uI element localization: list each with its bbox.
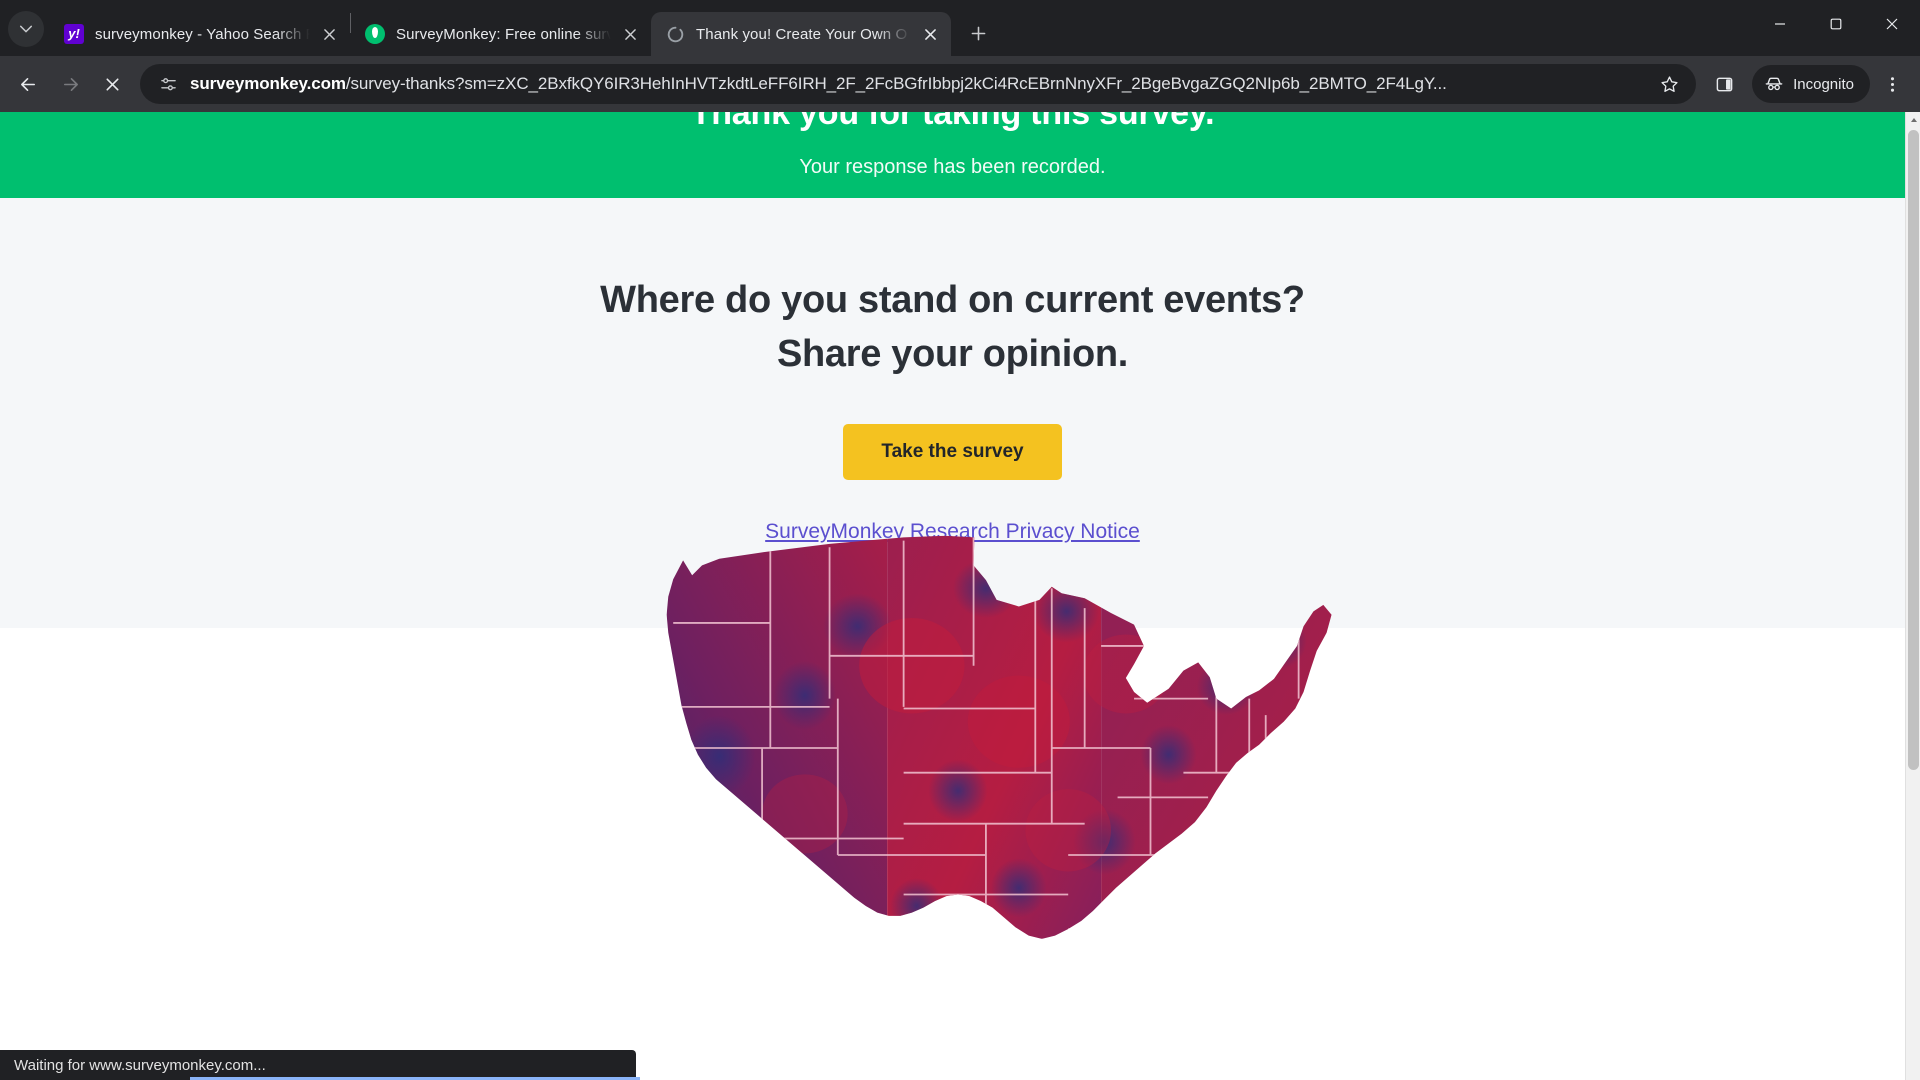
url-host: surveymonkey.com	[190, 74, 346, 93]
thank-you-banner: Thank you for taking this survey. Your r…	[0, 112, 1905, 198]
tab-close-button[interactable]	[316, 21, 342, 47]
tab-title: SurveyMonkey: Free online surv	[396, 25, 613, 43]
us-map-states	[666, 535, 1332, 939]
browser-tab-3[interactable]: Thank you! Create Your Own O	[651, 12, 951, 56]
close-x-icon	[105, 77, 119, 91]
close-icon	[924, 28, 936, 40]
url-path: /survey-thanks?sm=zXC_2BxfkQY6IR3HehInHV…	[345, 74, 1447, 93]
minimize-icon	[1775, 23, 1785, 25]
tab-close-button[interactable]	[917, 21, 943, 47]
star-icon	[1661, 75, 1678, 92]
arrow-right-icon	[63, 77, 78, 91]
chevron-up-icon	[1910, 118, 1917, 122]
incognito-icon	[1765, 77, 1783, 91]
promo-heading: Where do you stand on current events? Sh…	[0, 274, 1905, 382]
incognito-label: Incognito	[1793, 75, 1854, 93]
site-info-icon[interactable]	[154, 70, 182, 98]
thank-you-headline: Thank you for taking this survey.	[690, 112, 1215, 132]
page-scrollbar[interactable]	[1905, 112, 1920, 1080]
browser-window: y! surveymonkey - Yahoo Search R SurveyM…	[0, 0, 1920, 1080]
side-panel-button[interactable]	[1704, 64, 1744, 104]
tab-strip: y! surveymonkey - Yahoo Search R SurveyM…	[0, 0, 1920, 56]
tab-search-button[interactable]	[8, 11, 44, 47]
loading-spinner-icon	[665, 24, 685, 44]
plus-icon	[971, 26, 985, 40]
browser-tab-2[interactable]: SurveyMonkey: Free online surv	[351, 12, 651, 56]
side-panel-icon	[1716, 77, 1732, 91]
page-content: Thank you for taking this survey. Your r…	[0, 112, 1905, 1080]
forward-button[interactable]	[50, 64, 90, 104]
maximize-icon	[1830, 18, 1842, 30]
window-close-button[interactable]	[1864, 0, 1920, 48]
page-viewport: Thank you for taking this survey. Your r…	[0, 112, 1920, 1080]
yahoo-icon: y!	[64, 24, 84, 44]
close-icon	[624, 28, 636, 40]
promo-heading-line-2: Share your opinion.	[776, 332, 1129, 375]
status-text: Waiting for www.surveymonkey.com...	[14, 1056, 266, 1074]
chevron-down-icon	[19, 25, 33, 33]
promo-heading-line-1: Where do you stand on current events?	[600, 279, 1305, 321]
surveymonkey-icon	[365, 24, 385, 44]
scroll-up-button[interactable]	[1906, 112, 1920, 128]
address-bar[interactable]: surveymonkey.com/survey-thanks?sm=zXC_2B…	[140, 64, 1697, 104]
tune-icon	[160, 77, 176, 90]
tab-title: surveymonkey - Yahoo Search R	[95, 25, 312, 43]
back-button[interactable]	[8, 64, 48, 104]
browser-toolbar: surveymonkey.com/survey-thanks?sm=zXC_2B…	[0, 56, 1920, 112]
take-the-survey-button[interactable]: Take the survey	[843, 423, 1062, 480]
tab-title: Thank you! Create Your Own O	[696, 25, 908, 43]
incognito-indicator[interactable]: Incognito	[1752, 65, 1870, 103]
close-icon	[323, 28, 335, 40]
scrollbar-thumb[interactable]	[1908, 130, 1919, 770]
thank-you-subline: Your response has been recorded.	[799, 156, 1106, 178]
maximize-button[interactable]	[1808, 0, 1864, 48]
us-map-heatmap	[666, 535, 1332, 939]
browser-tab-1[interactable]: y! surveymonkey - Yahoo Search R	[50, 12, 350, 56]
arrow-left-icon	[20, 77, 35, 91]
us-map-section	[0, 535, 1905, 998]
new-tab-button[interactable]	[961, 16, 995, 50]
bookmark-star-icon[interactable]	[1652, 67, 1686, 101]
kebab-menu-icon	[1890, 76, 1894, 92]
chrome-menu-button[interactable]	[1872, 64, 1912, 104]
status-bar: Waiting for www.surveymonkey.com...	[0, 1050, 636, 1080]
minimize-button[interactable]	[1752, 0, 1808, 48]
window-controls	[1752, 0, 1920, 48]
tab-close-button[interactable]	[617, 21, 643, 47]
url-text: surveymonkey.com/survey-thanks?sm=zXC_2B…	[190, 74, 1652, 94]
stop-loading-button[interactable]	[92, 64, 132, 104]
close-icon	[1886, 18, 1898, 30]
